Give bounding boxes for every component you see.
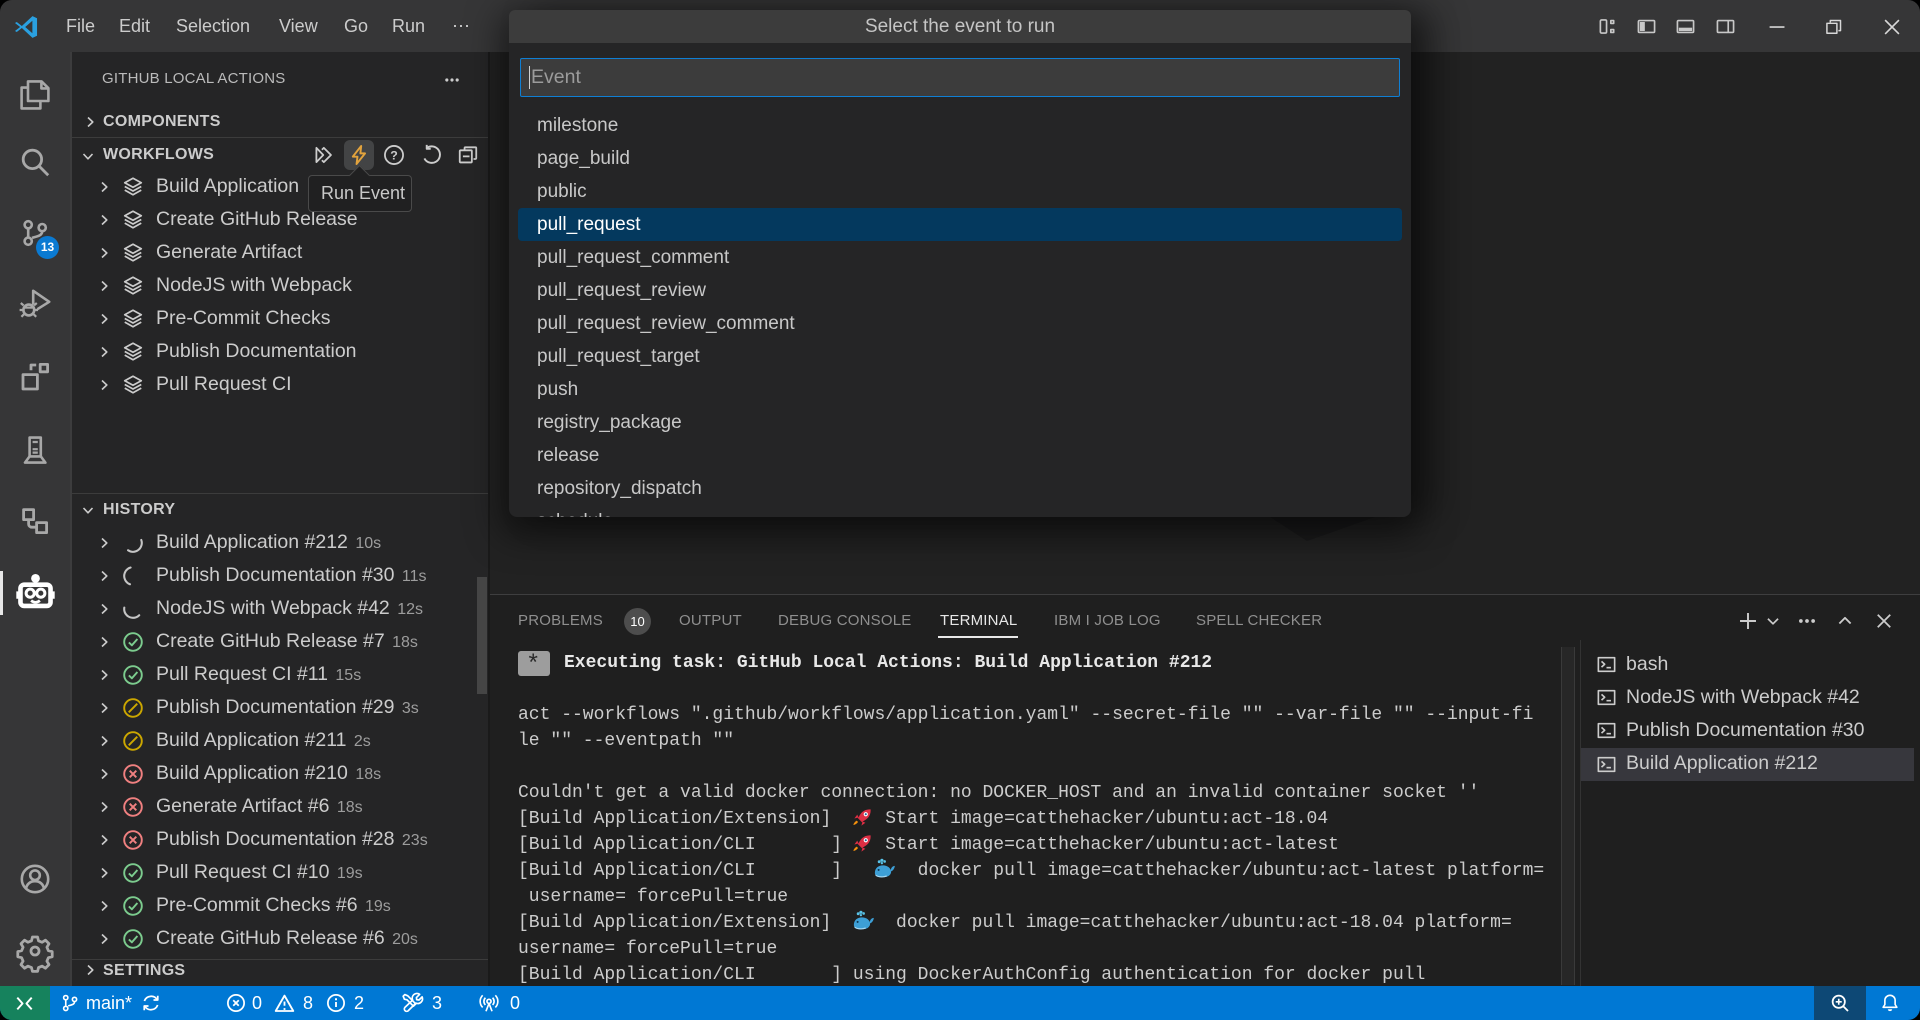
svg-text:?: ?: [390, 148, 398, 162]
